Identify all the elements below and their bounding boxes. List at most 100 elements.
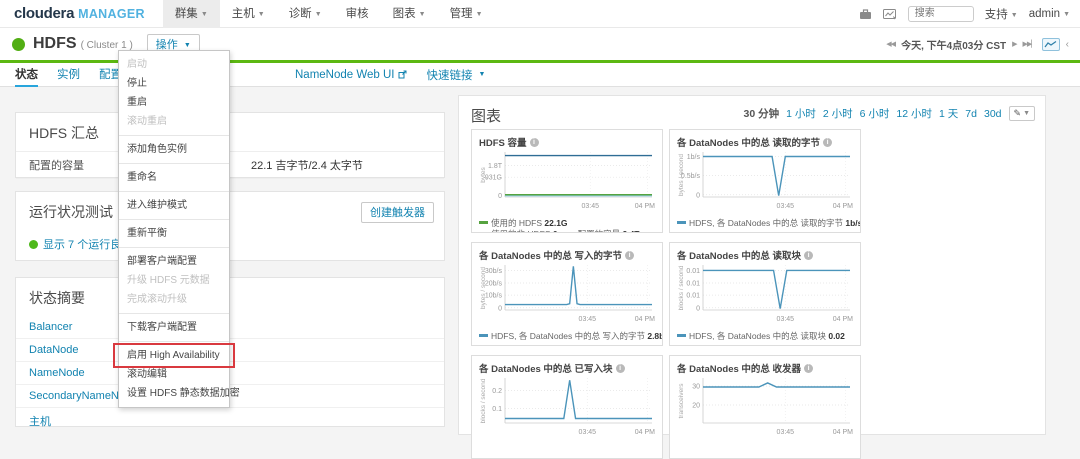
actions-menu-item[interactable]: 启用 High Availability [119, 346, 229, 365]
nav-item[interactable]: 主机▼ [220, 0, 277, 28]
actions-menu-item[interactable]: 进入维护模式 [119, 196, 229, 215]
cloudera-logo[interactable]: cloudera MANAGER [14, 5, 145, 22]
main-nav: 群集▼主机▼诊断▼审核图表▼管理▼ [163, 0, 495, 28]
status-row: NameNode [16, 361, 444, 384]
svg-text:0.1: 0.1 [492, 406, 502, 413]
actions-menu-item: 启动 [119, 55, 229, 74]
time-range-option[interactable]: 1 天 [939, 106, 958, 121]
svg-text:931G: 931G [485, 175, 502, 182]
rewind-icon[interactable]: ◀◀ [886, 40, 895, 48]
service-title: HDFS [33, 35, 77, 53]
chart-title: 各 DataNodes 中的总 收发器i [677, 361, 853, 375]
actions-menu-item[interactable]: 下载客户端配置 [119, 318, 229, 337]
support-menu[interactable]: 支持▼ [985, 6, 1018, 22]
nav-item[interactable]: 管理▼ [438, 0, 495, 28]
charts-panel-header: 图表 30 分钟 1 小时 2 小时 6 小时 12 小时 1 天 7d 30d ✎▼ [459, 96, 1045, 130]
info-icon[interactable]: i [804, 251, 813, 260]
actions-menu-item[interactable]: 重命名 [119, 168, 229, 187]
time-chart-icon[interactable] [1042, 38, 1060, 51]
status-role-link[interactable]: DataNode [29, 344, 79, 356]
info-icon[interactable]: i [804, 364, 813, 373]
time-range-option[interactable]: 1 小时 [786, 106, 816, 121]
actions-menu-item[interactable]: 重启 [119, 93, 229, 112]
chart-legend: HDFS, 各 DataNodes 中的总 写入的字节 2.8b/s [479, 331, 655, 342]
nav-item[interactable]: 诊断▼ [277, 0, 334, 28]
parcel-icon[interactable] [859, 8, 872, 20]
time-range-option[interactable]: 6 小时 [860, 106, 890, 121]
svg-text:0: 0 [498, 305, 502, 312]
actions-menu-item[interactable]: 添加角色实例 [119, 140, 229, 159]
tab-instances[interactable]: 实例 [57, 63, 80, 87]
actions-menu-item[interactable]: 滚动编辑 [119, 365, 229, 384]
time-range-option[interactable]: 30 分钟 [744, 106, 780, 121]
svg-text:04 PM: 04 PM [833, 203, 853, 210]
chart-title: 各 DataNodes 中的总 已写入块i [479, 361, 655, 375]
actions-menu-item: 升级 HDFS 元数据 [119, 271, 229, 290]
quick-links-menu[interactable]: 快速链接▼ [427, 67, 486, 83]
user-menu[interactable]: admin▼ [1029, 8, 1070, 20]
svg-text:1.8T: 1.8T [488, 163, 503, 170]
chart-tile: 各 DataNodes 中的总 读取的字节ibytes / second1b/s… [669, 129, 861, 233]
svg-text:30b/s: 30b/s [485, 268, 503, 275]
status-role-link[interactable]: Balancer [29, 321, 72, 333]
chevron-down-icon: ▼ [1063, 11, 1070, 18]
info-icon[interactable]: i [625, 251, 634, 260]
edit-charts-button[interactable]: ✎▼ [1009, 106, 1035, 121]
logo-product: MANAGER [78, 7, 145, 21]
nav-item[interactable]: 群集▼ [163, 0, 220, 28]
legend-item: HDFS, 各 DataNodes 中的总 读取的字节 1b/s [677, 218, 861, 229]
svg-text:0: 0 [498, 193, 502, 200]
status-role-link[interactable]: 主机 [29, 416, 51, 428]
nav-item[interactable]: 图表▼ [381, 0, 438, 28]
status-row: DataNode [16, 338, 444, 361]
svg-text:20b/s: 20b/s [485, 281, 503, 288]
chart-title: HDFS 容量i [479, 135, 655, 149]
time-range-option[interactable]: 30d [984, 108, 1002, 120]
menu-divider [119, 247, 229, 248]
tab-status[interactable]: 状态 [15, 63, 38, 87]
legend-item: 使用的非 HDFS 0 [479, 229, 558, 234]
status-summary-card: 状态摘要 BalancerDataNodeNameNodeSecondaryNa… [15, 277, 445, 427]
chart-board-icon[interactable] [883, 8, 897, 20]
actions-menu-item[interactable]: 重新平衡 [119, 224, 229, 243]
actions-menu-item[interactable]: 停止 [119, 74, 229, 93]
health-tests-card: 运行状况测试 显示 7 个运行良好状况 创建触发器 [15, 191, 445, 261]
status-role-link[interactable]: NameNode [29, 367, 85, 379]
actions-dropdown-menu: 启动停止重启滚动重启添加角色实例重命名进入维护模式重新平衡部署客户端配置升级 H… [118, 50, 230, 408]
health-good-link[interactable]: 显示 7 个运行良好状况 [16, 230, 444, 258]
line-chart-plot: blocks / second0.010.010.01003:4504 PM [677, 262, 855, 326]
line-chart-plot: bytes / second30b/s20b/s10b/s003:4504 PM [479, 262, 657, 326]
svg-text:04 PM: 04 PM [833, 429, 853, 436]
time-range-option[interactable]: 12 小时 [896, 106, 932, 121]
time-label: 今天, 下午4点03分 CST [901, 37, 1006, 52]
create-trigger-button[interactable]: 创建触发器 [361, 202, 434, 223]
forward-icon[interactable]: ▶ [1012, 40, 1016, 48]
collapse-panel-icon[interactable]: ‹ [1066, 39, 1068, 50]
actions-menu-item: 滚动重启 [119, 112, 229, 131]
namenode-webui-label: NameNode Web UI [295, 69, 395, 81]
actions-menu-item[interactable]: 部署客户端配置 [119, 252, 229, 271]
info-icon[interactable]: i [823, 138, 832, 147]
svg-text:03:45: 03:45 [579, 316, 597, 323]
nav-item[interactable]: 审核 [334, 0, 381, 28]
support-label: 支持 [985, 9, 1008, 21]
time-range-option[interactable]: 7d [965, 108, 977, 120]
skip-to-now-icon[interactable]: ▶▶▏ [1023, 40, 1036, 48]
chart-tile: HDFS 容量ibytes1.8T931G003:4504 PM使用的 HDFS… [471, 129, 663, 233]
legend-item: HDFS, 各 DataNodes 中的总 读取块 0.02 [677, 331, 845, 342]
configured-capacity-label: 配置的容量 [29, 160, 84, 172]
time-range-option[interactable]: 2 小时 [823, 106, 853, 121]
search-input[interactable] [908, 6, 974, 22]
info-icon[interactable]: i [616, 364, 625, 373]
hdfs-summary-card: HDFS 汇总 配置的容量 22.1 吉字节/2.4 太字节 [15, 112, 445, 178]
charts-panel-title: 图表 [471, 105, 501, 126]
menu-divider [119, 219, 229, 220]
actions-menu-item[interactable]: 设置 HDFS 静态数据加密 [119, 384, 229, 403]
legend-marker-icon [677, 334, 686, 337]
namenode-webui-link[interactable]: NameNode Web UI [295, 69, 407, 81]
status-card-title: 状态摘要 [16, 278, 444, 316]
info-icon[interactable]: i [530, 138, 539, 147]
svg-text:0: 0 [696, 192, 700, 199]
legend-item: HDFS, 各 DataNodes 中的总 写入的字节 2.8b/s [479, 331, 663, 342]
svg-text:04 PM: 04 PM [635, 203, 655, 210]
